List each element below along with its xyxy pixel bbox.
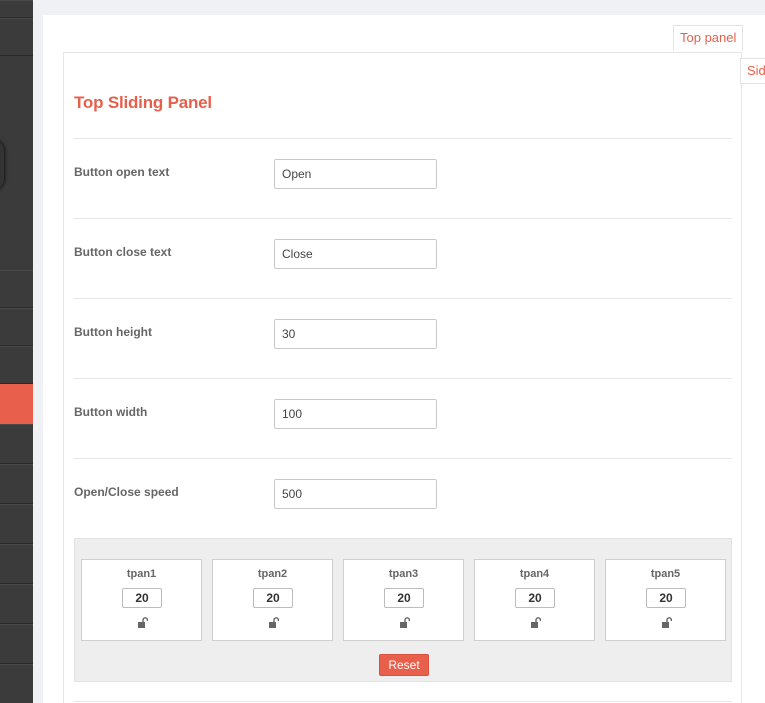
sidebar-nav-item-active[interactable]: [0, 384, 33, 424]
sidebar-nav-item[interactable]: [0, 18, 33, 56]
column-name: tpan3: [388, 568, 419, 580]
columns-grid: tpan1 20 tpan2 20 tpan3 20 tpan4 20 tpan…: [74, 538, 732, 682]
column-cell-tpan3: tpan3 20: [343, 559, 464, 641]
sidebar-nav-item[interactable]: [0, 270, 33, 308]
top-sliding-panel-section: Top Sliding Panel Button open text Butto…: [63, 52, 742, 703]
sidebar-nav-item[interactable]: [0, 624, 33, 664]
button-height-input[interactable]: [274, 319, 437, 349]
field-label: Open/Close speed: [74, 485, 179, 499]
column-width-input[interactable]: 20: [646, 588, 686, 608]
unlock-icon[interactable]: [268, 617, 279, 628]
panel-title: Top Sliding Panel: [74, 93, 212, 112]
unlock-icon[interactable]: [399, 617, 410, 628]
open-close-speed-input[interactable]: [274, 479, 437, 509]
column-cell-tpan2: tpan2 20: [212, 559, 333, 641]
column-cell-tpan1: tpan1 20: [81, 559, 202, 641]
sidebar-nav-item[interactable]: [0, 346, 33, 384]
open-text-input[interactable]: [274, 159, 437, 189]
field-label: Button close text: [74, 245, 172, 259]
column-width-input[interactable]: 20: [122, 588, 162, 608]
sidebar-nav-item[interactable]: [0, 0, 33, 18]
column-width-input[interactable]: 20: [384, 588, 424, 608]
unlock-icon[interactable]: [661, 617, 672, 628]
reset-button[interactable]: Reset: [379, 654, 429, 676]
unlock-icon[interactable]: [137, 617, 148, 628]
column-name: tpan5: [650, 568, 681, 580]
tab-top-panel[interactable]: Top panel: [673, 25, 744, 51]
field-row-button-height: Button height: [74, 298, 732, 378]
field-row-close-text: Button close text: [74, 218, 732, 298]
column-cell-tpan5: tpan5 20: [605, 559, 726, 641]
main-content: Top panel Sid Top Sliding Panel Button o…: [43, 15, 765, 703]
field-label: Button width: [74, 405, 148, 419]
column-width-input[interactable]: 20: [253, 588, 293, 608]
column-width-input[interactable]: 20: [515, 588, 555, 608]
button-width-input[interactable]: [274, 399, 437, 429]
close-text-input[interactable]: [274, 239, 437, 269]
sidebar-nav-item[interactable]: [0, 584, 33, 624]
column-name: tpan4: [519, 568, 550, 580]
unlock-icon[interactable]: [530, 617, 541, 628]
tab-side-panel[interactable]: Sid: [740, 58, 765, 84]
sidebar-nav-item[interactable]: [0, 308, 33, 346]
field-row-open-text: Button open text: [74, 138, 732, 218]
field-row-button-width: Button width: [74, 378, 732, 458]
column-name: tpan2: [257, 568, 288, 580]
field-label: Button open text: [74, 165, 170, 179]
sidebar-nav-item[interactable]: [0, 664, 33, 703]
divider: [74, 701, 732, 702]
sidebar-nav-item[interactable]: [0, 464, 33, 504]
sidebar-nav-item[interactable]: [0, 504, 33, 544]
sidebar-nav-item[interactable]: [0, 544, 33, 584]
sidebar: [0, 0, 33, 703]
sidebar-toggle-handle[interactable]: [0, 140, 4, 190]
column-cell-tpan4: tpan4 20: [474, 559, 595, 641]
column-name: tpan1: [126, 568, 157, 580]
field-row-speed: Open/Close speed: [74, 458, 732, 538]
sidebar-nav-item[interactable]: [0, 424, 33, 464]
field-label: Button height: [74, 325, 152, 339]
